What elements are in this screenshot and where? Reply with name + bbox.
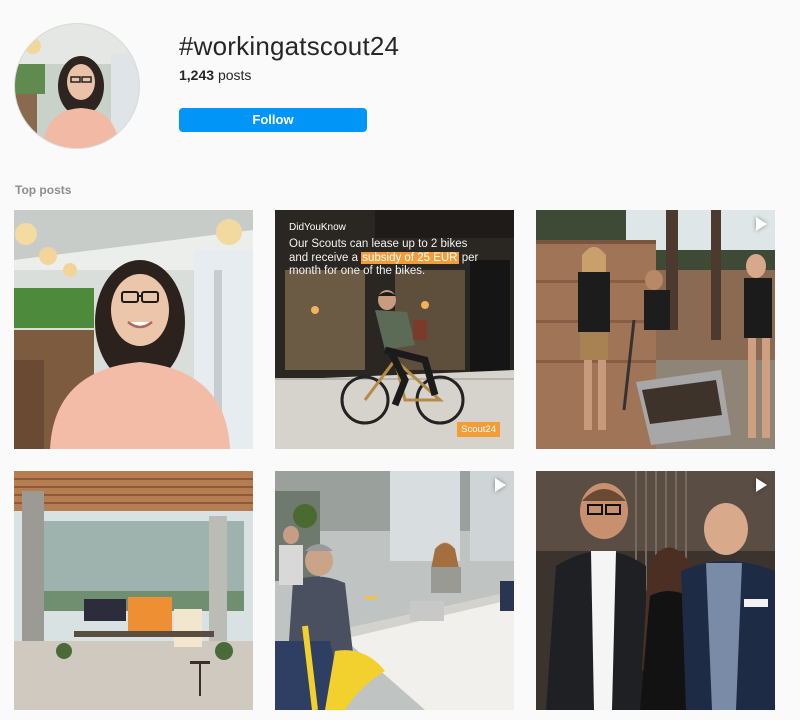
video-icon [495, 478, 506, 492]
top-posts-grid: DidYouKnow Our Scouts can lease up to 2 … [14, 210, 775, 710]
post-2[interactable]: DidYouKnow Our Scouts can lease up to 2 … [275, 210, 514, 449]
post-2-brand-badge: Scout24 [457, 422, 500, 437]
post-5-image [275, 471, 514, 710]
post-1-image [14, 210, 253, 449]
post-3-image [536, 210, 775, 449]
post-5[interactable] [275, 471, 514, 710]
top-posts-heading: Top posts [15, 183, 72, 197]
video-icon [756, 478, 767, 492]
posts-count-label: posts [217, 67, 252, 83]
post-2-caption-highlight: subsidy of 25 EUR [361, 251, 459, 264]
post-4[interactable] [14, 471, 253, 710]
follow-button[interactable]: Follow [179, 108, 367, 132]
posts-count: 1,243 posts [179, 67, 251, 83]
post-2-tag: DidYouKnow [289, 222, 346, 233]
hashtag-title: #workingatscout24 [179, 31, 400, 61]
post-2-caption: Our Scouts can lease up to 2 bikes and r… [289, 238, 479, 279]
post-6[interactable] [536, 471, 775, 710]
post-1[interactable] [14, 210, 253, 449]
post-6-image [536, 471, 775, 710]
post-3[interactable] [536, 210, 775, 449]
video-icon [756, 217, 767, 231]
posts-count-value: 1,243 [179, 67, 215, 83]
hashtag-avatar [14, 23, 140, 149]
post-4-image [14, 471, 253, 710]
